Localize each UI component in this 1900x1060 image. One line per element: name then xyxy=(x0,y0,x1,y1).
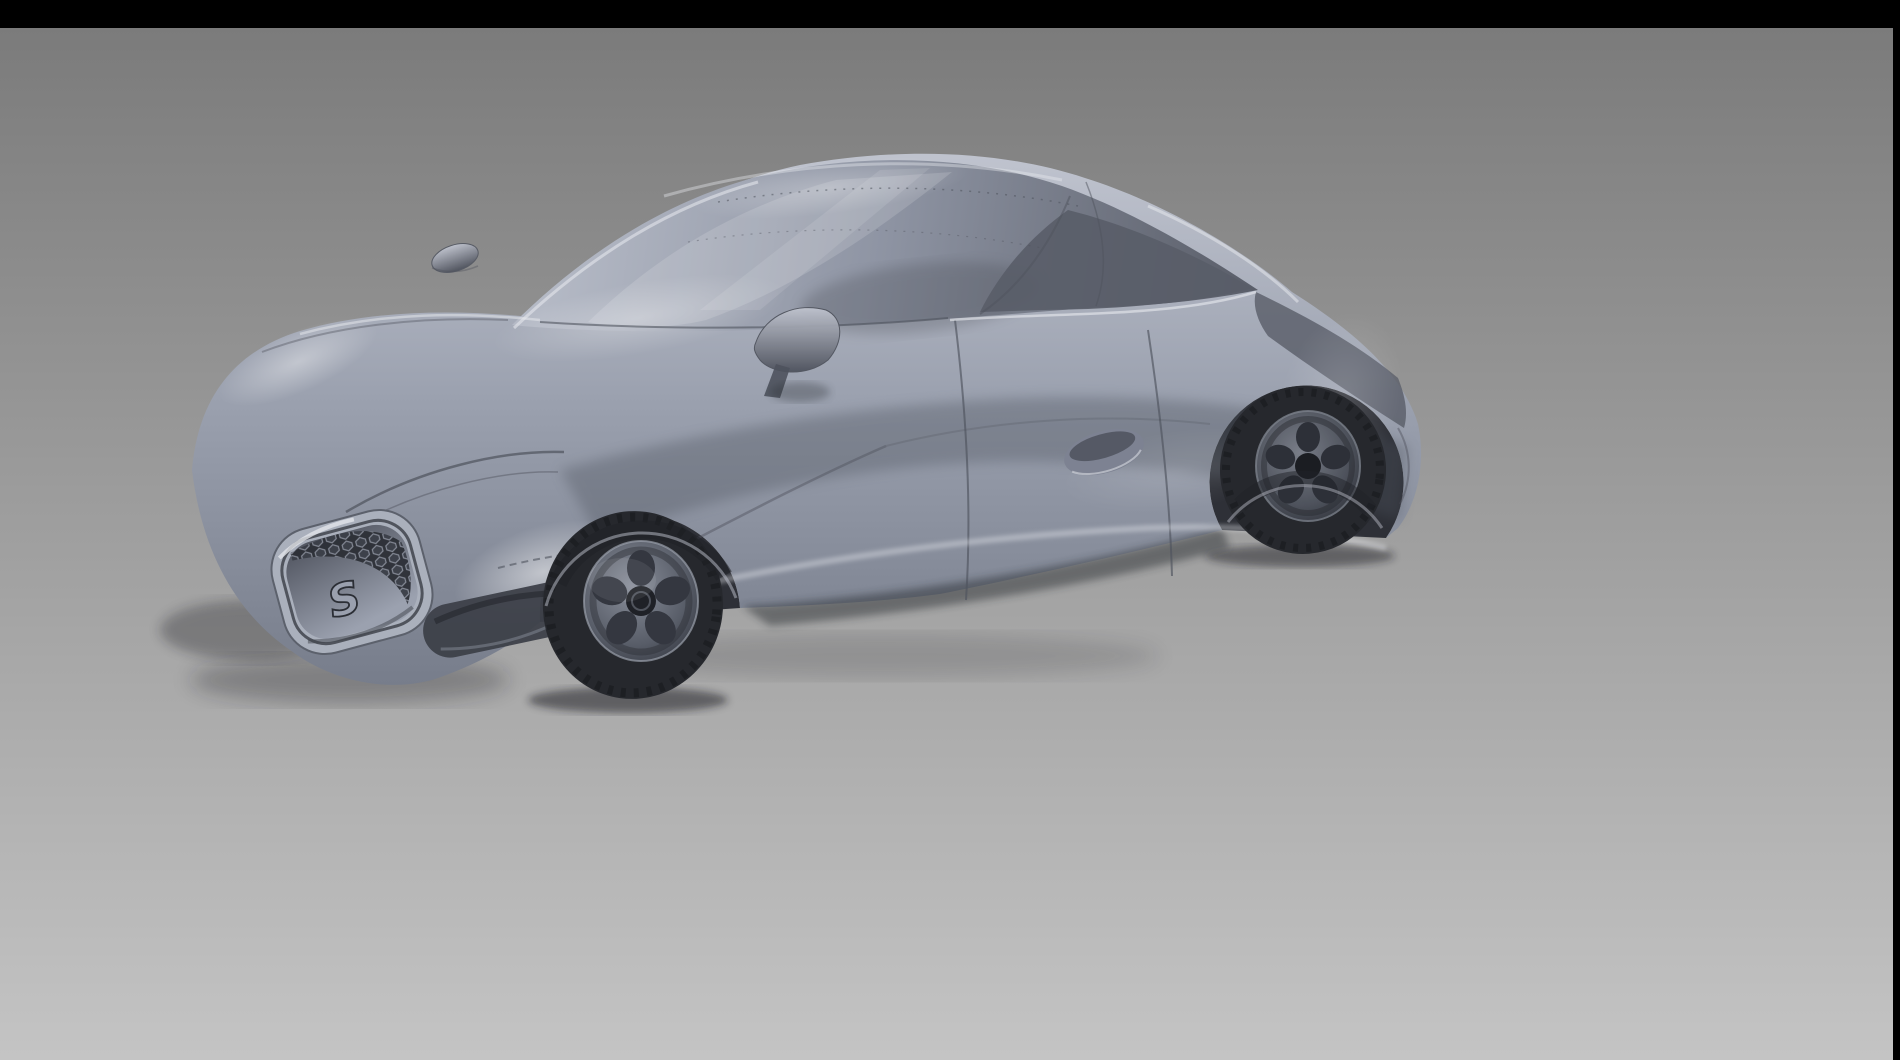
mirror-shadow xyxy=(770,382,830,402)
top-letterbox-bar xyxy=(0,0,1900,28)
app-window: S xyxy=(0,0,1900,1060)
far-mirror-bump xyxy=(428,238,482,278)
right-letterbox-bar xyxy=(1893,0,1900,1060)
car-model-render: S xyxy=(0,0,1900,1060)
front-rim-sheen xyxy=(588,558,656,602)
car-model[interactable]: S xyxy=(160,145,1421,713)
rear-rim-shade xyxy=(1256,411,1360,521)
